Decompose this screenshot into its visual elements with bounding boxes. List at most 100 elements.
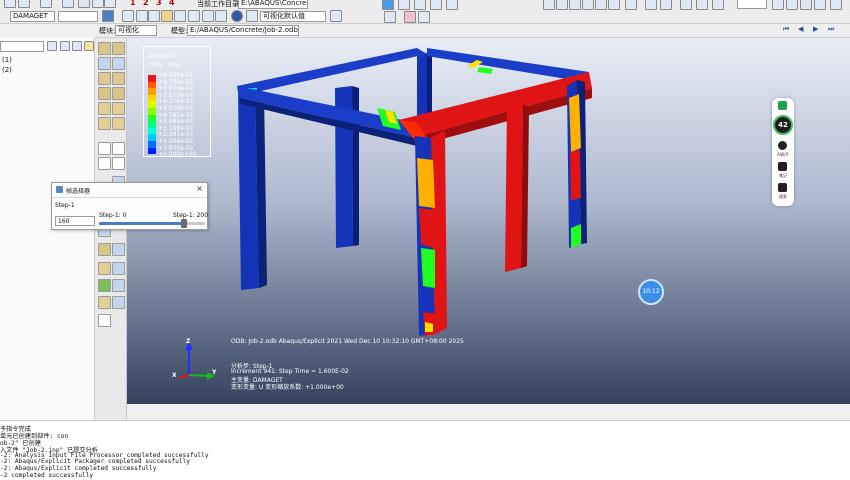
view-icon[interactable] [430,0,442,10]
percent-ring[interactable]: 42 [773,115,793,135]
tool-icon[interactable] [40,0,52,8]
view-number-4[interactable]: 4 [169,0,175,7]
xy-plot-icon[interactable] [112,157,125,170]
tool-icon[interactable] [92,0,104,8]
tool-icon[interactable] [122,10,134,22]
view-icon[interactable] [786,0,798,10]
display-group-icon[interactable] [246,10,258,22]
view-icon[interactable] [414,0,426,10]
tool-icon[interactable] [62,0,74,8]
zoom-box-icon[interactable] [582,0,594,10]
first-frame-icon[interactable]: ⏮ [783,25,789,34]
shield-icon[interactable] [778,101,787,110]
tool-icon[interactable] [4,0,16,8]
pdf-icon[interactable] [404,11,416,23]
toolbox-icon[interactable] [98,117,111,130]
xy-plot-icon[interactable] [98,157,111,170]
zoom-icon[interactable] [569,0,581,10]
last-frame-icon[interactable]: ⏭ [828,25,834,34]
info-icon[interactable] [231,10,243,22]
frame-slider-track[interactable] [99,222,205,225]
toolbox-icon[interactable] [112,243,125,256]
graphics-viewport[interactable]: Z Y X ODB: Job-2.odb Abaqus/Explicit 202… [127,38,850,404]
module-combo[interactable]: 可视化 [115,25,157,36]
close-icon[interactable]: × [196,184,203,193]
toolbox-icon[interactable] [112,72,125,85]
view-icon[interactable] [814,0,826,10]
prev-frame-icon[interactable]: ◀ [798,25,803,33]
tool-icon[interactable] [148,10,160,22]
tool-icon[interactable] [104,0,116,8]
toolbox-icon[interactable] [112,262,125,275]
view-icon[interactable] [608,0,620,10]
toolbox-icon[interactable] [112,102,125,115]
view-icon[interactable] [382,0,394,10]
toolbox-icon[interactable] [98,296,111,309]
toolbox-icon[interactable] [98,102,111,115]
tree-tool-icon[interactable] [72,41,82,51]
view-icon[interactable] [384,11,396,23]
tree-item[interactable]: (2) [2,66,12,74]
query-icon[interactable] [161,10,173,22]
frame-slider-thumb[interactable] [180,219,187,228]
view-icon[interactable] [830,0,842,10]
tree-tool-icon[interactable] [84,41,94,51]
tool-icon[interactable] [78,0,90,8]
search-icon[interactable] [778,183,787,192]
view-icon[interactable] [712,0,724,10]
toolbox-icon[interactable] [98,72,111,85]
view-icon[interactable] [680,0,692,10]
toolbox-icon[interactable] [112,42,125,55]
tool-icon[interactable] [202,10,214,22]
view-icon[interactable] [772,0,784,10]
toolbox-icon[interactable] [98,262,111,275]
view-icon[interactable] [645,0,657,10]
tool-icon[interactable] [136,10,148,22]
work-dir-combo[interactable]: E:\ABAQUS\Concrete [238,0,308,9]
view-number-1[interactable]: 1 [130,0,136,7]
notes-icon[interactable] [778,162,787,171]
tree-item[interactable]: (1) [2,56,12,64]
view-number-3[interactable]: 3 [156,0,162,7]
timer-badge[interactable]: 10:12 [638,279,664,305]
variable-sub-combo[interactable] [58,11,98,22]
toolbox-icon[interactable] [98,243,111,256]
redo-icon[interactable] [188,10,200,22]
toolbox-icon[interactable] [112,296,125,309]
xy-plot-icon[interactable] [112,142,125,155]
view-number-2[interactable]: 2 [143,0,149,7]
view-icon[interactable] [800,0,812,10]
pan-icon[interactable] [543,0,555,10]
undo-icon[interactable] [174,10,186,22]
toolbox-icon[interactable] [98,279,111,292]
view-icon[interactable] [418,11,430,23]
message-area[interactable]: 予指令完成 单元已创建到部件: con ob-2" 已创建 入文件 "Job-2… [0,420,850,480]
view-icon[interactable] [660,0,672,10]
tool-icon[interactable] [330,10,342,22]
tool-icon[interactable] [18,0,30,8]
view-icon[interactable] [625,0,637,10]
fit-icon[interactable] [595,0,607,10]
model-combo[interactable]: E:/ABAQUS/Concrete/Job-2.odb [187,25,299,36]
toolbox-icon[interactable] [112,117,125,130]
tree-filter-combo[interactable] [0,41,44,52]
ai-assistant-icon[interactable] [778,141,787,150]
view-icon[interactable] [696,0,708,10]
toolbox-icon[interactable] [98,87,111,100]
toolbox-icon[interactable] [98,57,111,70]
view-icon[interactable] [398,0,410,10]
tool-icon[interactable] [215,10,227,22]
tree-tool-icon[interactable] [60,41,70,51]
refresh-icon[interactable] [102,10,114,22]
measure-icon[interactable] [98,314,111,327]
play-icon[interactable]: ▶ [813,25,818,33]
variable-combo[interactable]: DAMAGET [10,11,55,22]
view-icon[interactable] [446,0,458,10]
toolbox-icon[interactable] [98,42,111,55]
display-group-combo[interactable]: 可视化默认值 [260,11,326,22]
toolbox-icon[interactable] [112,279,125,292]
render-combo[interactable] [737,0,767,9]
toolbox-icon[interactable] [112,87,125,100]
rotate-icon[interactable] [556,0,568,10]
frame-input[interactable]: 160 [55,216,95,226]
